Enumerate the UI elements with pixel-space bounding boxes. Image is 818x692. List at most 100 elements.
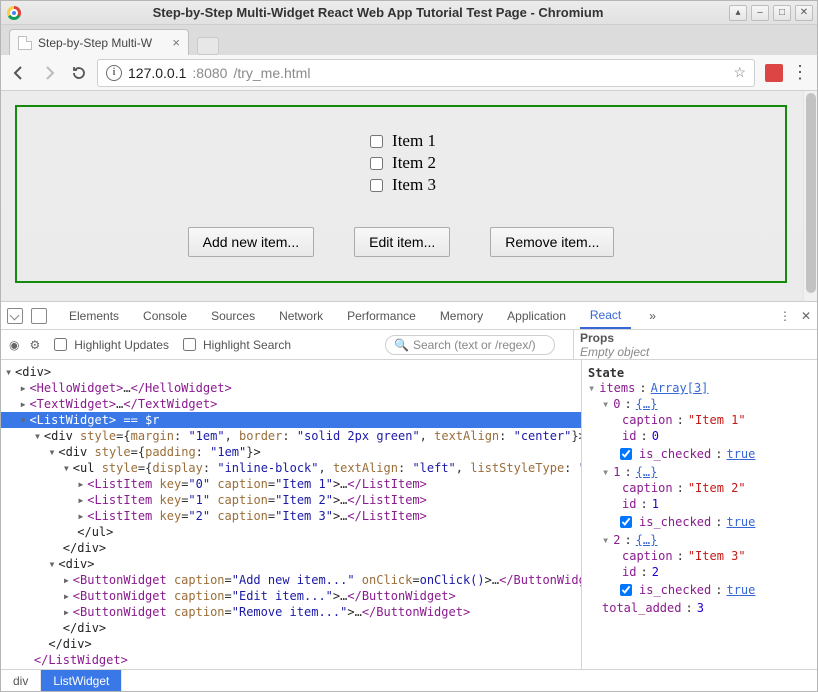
devtools-tabs-overflow[interactable]: » <box>639 302 666 329</box>
react-eye-icon[interactable]: ◉ <box>9 338 19 352</box>
react-search-input[interactable]: 🔍 Search (text or /regex/) <box>385 335 555 355</box>
browser-tab[interactable]: Step-by-Step Multi-W × <box>9 29 189 55</box>
is-checked-checkbox[interactable] <box>620 448 632 460</box>
devtools-tab-react[interactable]: React <box>580 302 631 329</box>
site-info-icon[interactable]: i <box>106 65 122 81</box>
highlight-updates-toggle[interactable]: Highlight Updates <box>50 335 169 354</box>
edit-item-button[interactable]: Edit item... <box>354 227 450 257</box>
state-caption: caption: "Item 1" <box>588 412 811 428</box>
url-host: 127.0.0.1 <box>128 65 186 81</box>
url-path: /try_me.html <box>233 65 310 81</box>
highlight-search-toggle[interactable]: Highlight Search <box>179 335 291 354</box>
list-item: Item 1 <box>366 131 436 151</box>
devtools-tab-sources[interactable]: Sources <box>201 302 265 329</box>
state-item[interactable]: ▾2: {…} <box>588 532 811 548</box>
is-checked-checkbox[interactable] <box>620 584 632 596</box>
react-subbar: ◉ ⚙ Highlight Updates Highlight Search 🔍… <box>1 330 817 360</box>
item-label: Item 3 <box>392 175 436 195</box>
add-item-button[interactable]: Add new item... <box>188 227 315 257</box>
window-title: Step-by-Step Multi-Widget React Web App … <box>27 5 729 20</box>
tab-strip: Step-by-Step Multi-W × <box>1 25 817 55</box>
address-bar[interactable]: i 127.0.0.1 :8080/try_me.html ☆ <box>97 59 755 87</box>
state-item[interactable]: ▾0: {…} <box>588 396 811 412</box>
window-restore-button[interactable]: ▴ <box>729 5 747 21</box>
highlight-updates-checkbox[interactable] <box>54 338 67 351</box>
arrow-left-icon <box>10 64 28 82</box>
props-empty: Empty object <box>580 345 809 359</box>
devtools-tab-memory[interactable]: Memory <box>430 302 493 329</box>
devtools-actions: ⋮ ✕ <box>779 309 811 323</box>
arrow-right-icon <box>40 64 58 82</box>
devtools-panel: Elements Console Sources Network Perform… <box>1 301 817 691</box>
react-settings-icon[interactable]: ⚙ <box>29 338 40 352</box>
state-is-checked[interactable]: is_checked: true <box>588 444 811 464</box>
window-titlebar: Step-by-Step Multi-Widget React Web App … <box>1 1 817 25</box>
highlight-search-checkbox[interactable] <box>183 338 196 351</box>
page-area: Item 1 Item 2 Item 3 Add new item... Edi… <box>1 91 817 301</box>
devtools-close-icon[interactable]: ✕ <box>801 309 811 323</box>
forward-button[interactable] <box>37 61 61 85</box>
state-is-checked[interactable]: is_checked: true <box>588 512 811 532</box>
state-total-added: total_added: 3 <box>588 600 811 616</box>
tab-close-icon[interactable]: × <box>172 35 180 50</box>
devtools-tabbar: Elements Console Sources Network Perform… <box>1 302 817 330</box>
item-checkbox[interactable] <box>370 135 383 148</box>
tab-title: Step-by-Step Multi-W <box>38 36 152 50</box>
element-picker-icon[interactable] <box>7 308 23 324</box>
state-id: id: 1 <box>588 496 811 512</box>
tree-selected-row: ▾<ListWidget> == $r <box>1 412 581 428</box>
item-label: Item 2 <box>392 153 436 173</box>
list-item: Item 2 <box>366 153 436 173</box>
side-header: Props Empty object <box>573 330 809 359</box>
page-scrollbar[interactable] <box>803 91 817 301</box>
state-heading: State <box>588 366 811 380</box>
state-id: id: 0 <box>588 428 811 444</box>
react-tree[interactable]: ▾<div> ▸<HelloWidget>…</HelloWidget> ▸<T… <box>1 360 581 669</box>
devtools-tab-elements[interactable]: Elements <box>59 302 129 329</box>
window-maximize-button[interactable]: □ <box>773 5 791 21</box>
page-icon <box>18 36 32 50</box>
item-label: Item 1 <box>392 131 436 151</box>
bookmark-star-icon[interactable]: ☆ <box>733 64 746 81</box>
url-port: :8080 <box>192 65 227 81</box>
devtools-tab-performance[interactable]: Performance <box>337 302 426 329</box>
window-minimize-button[interactable]: – <box>751 5 769 21</box>
search-placeholder: Search (text or /regex/) <box>413 338 536 352</box>
item-list: Item 1 Item 2 Item 3 <box>366 129 436 197</box>
devtools-tab-network[interactable]: Network <box>269 302 333 329</box>
react-breadcrumb: div ListWidget <box>1 669 817 691</box>
browser-window: Step-by-Step Multi-Widget React Web App … <box>0 0 818 692</box>
crumb-root[interactable]: div <box>1 670 41 691</box>
highlight-search-label: Highlight Search <box>203 338 291 352</box>
highlight-updates-label: Highlight Updates <box>74 338 169 352</box>
react-side-panel: State ▾items: Array[3] ▾0: {…} caption: … <box>581 360 817 669</box>
device-toggle-icon[interactable] <box>31 308 47 324</box>
props-heading: Props <box>580 331 809 345</box>
reload-button[interactable] <box>67 61 91 85</box>
reload-icon <box>70 64 88 82</box>
state-items-row[interactable]: ▾items: Array[3] <box>588 380 811 396</box>
react-body: ▾<div> ▸<HelloWidget>…</HelloWidget> ▸<T… <box>1 360 817 669</box>
page-canvas: Item 1 Item 2 Item 3 Add new item... Edi… <box>1 91 801 301</box>
new-tab-button[interactable] <box>197 37 219 55</box>
scrollbar-thumb[interactable] <box>806 93 816 293</box>
back-button[interactable] <box>7 61 31 85</box>
crumb-leaf[interactable]: ListWidget <box>41 670 122 691</box>
devtools-kebab-icon[interactable]: ⋮ <box>779 309 791 323</box>
devtools-tab-application[interactable]: Application <box>497 302 576 329</box>
list-widget: Item 1 Item 2 Item 3 Add new item... Edi… <box>15 105 787 283</box>
devtools-tab-console[interactable]: Console <box>133 302 197 329</box>
window-buttons: ▴ – □ ✕ <box>729 5 817 21</box>
is-checked-checkbox[interactable] <box>620 516 632 528</box>
window-close-button[interactable]: ✕ <box>795 5 813 21</box>
state-caption: caption: "Item 3" <box>588 548 811 564</box>
menu-button[interactable]: ⋮ <box>789 62 811 83</box>
state-is-checked[interactable]: is_checked: true <box>588 580 811 600</box>
chromium-logo-icon <box>7 6 21 20</box>
item-checkbox[interactable] <box>370 179 383 192</box>
item-checkbox[interactable] <box>370 157 383 170</box>
state-item[interactable]: ▾1: {…} <box>588 464 811 480</box>
extension-icon[interactable] <box>765 64 783 82</box>
search-icon: 🔍 <box>394 338 409 352</box>
remove-item-button[interactable]: Remove item... <box>490 227 614 257</box>
